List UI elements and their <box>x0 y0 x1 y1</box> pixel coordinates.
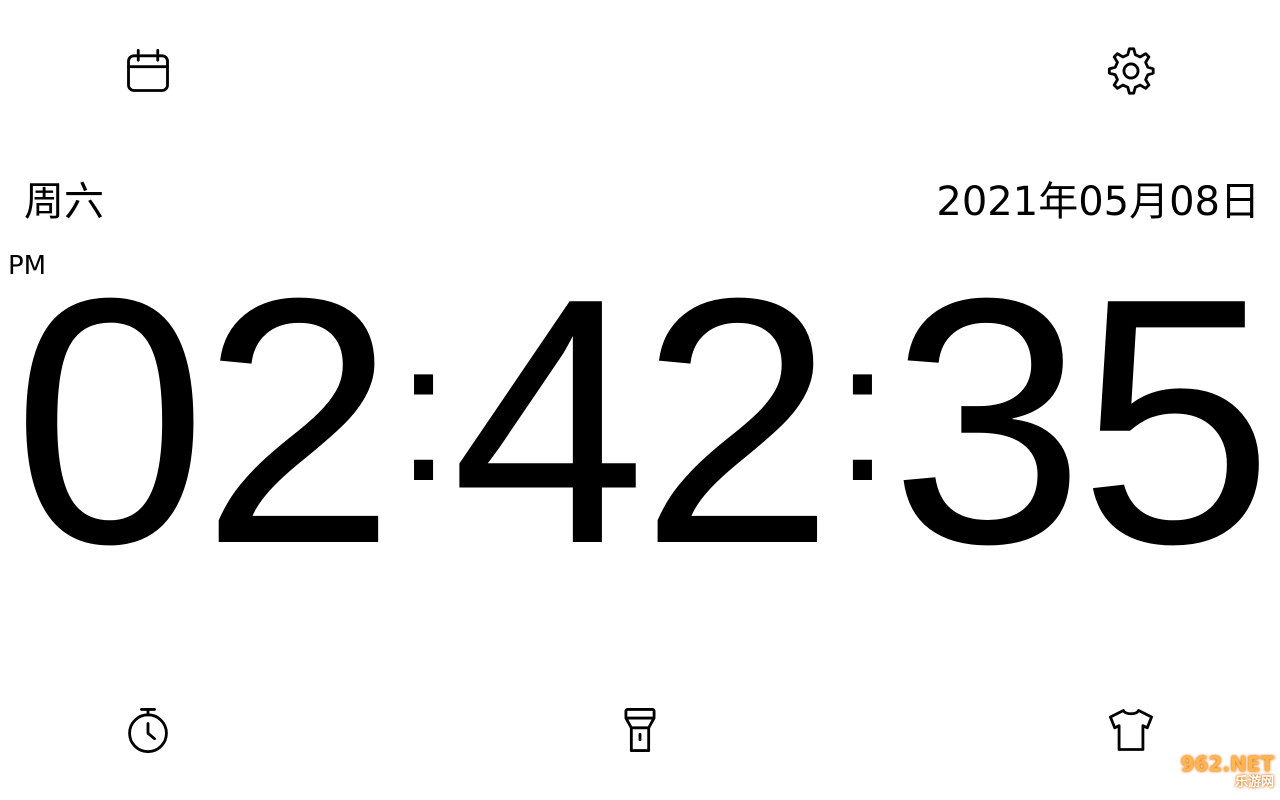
timer-button[interactable] <box>120 702 176 758</box>
watermark-logo: 962.NET 乐游网 <box>1134 750 1274 794</box>
time-separator: : <box>834 300 891 523</box>
gear-icon <box>1107 47 1155 95</box>
settings-button[interactable] <box>1103 43 1159 99</box>
stopwatch-icon <box>128 708 168 754</box>
calendar-button[interactable] <box>120 43 176 99</box>
flashlight-icon <box>624 708 656 752</box>
minutes-display: 42 <box>451 226 834 617</box>
watermark-text: 962.NET <box>1180 752 1274 776</box>
date-label: 2021年05月08日 <box>936 179 1260 225</box>
flashlight-button[interactable] <box>612 702 668 758</box>
time-display: 02 : 42 : 35 <box>0 226 1280 617</box>
weekday-label: 周六 <box>24 179 104 225</box>
hours-display: 02 <box>12 226 395 617</box>
watermark-subtext: 乐游网 <box>1234 775 1274 790</box>
time-separator: : <box>395 300 452 523</box>
clock-screen: 周六 2021年05月08日 PM 02 : 42 : 35 962.NET 乐… <box>0 0 1280 800</box>
tshirt-icon <box>1109 709 1153 751</box>
seconds-display: 35 <box>890 226 1273 617</box>
calendar-icon <box>127 49 169 92</box>
